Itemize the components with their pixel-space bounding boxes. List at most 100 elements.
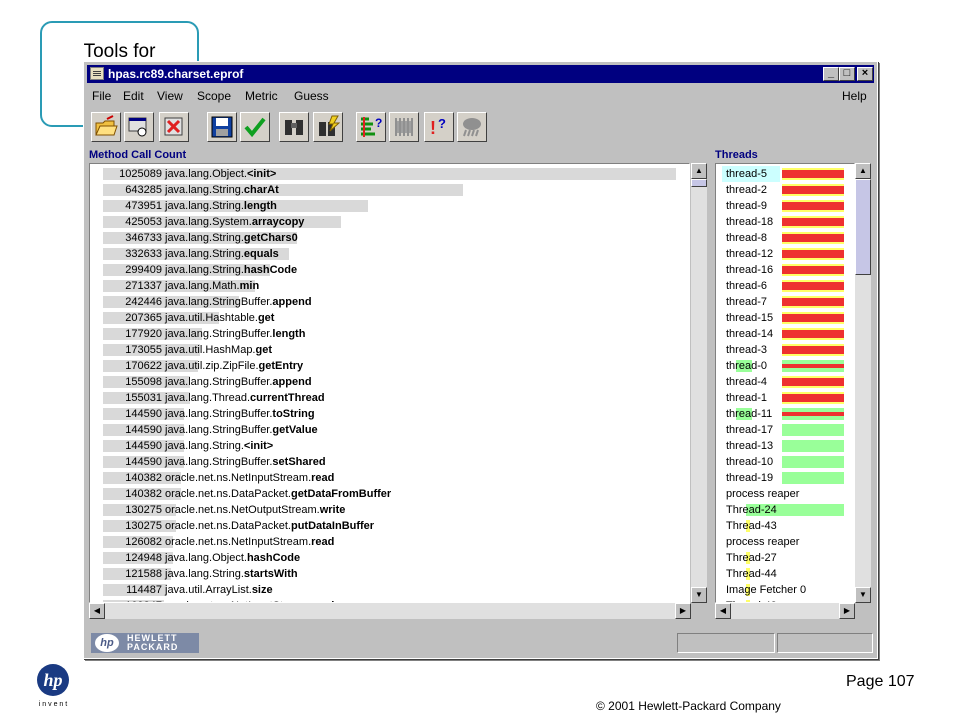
profiler-window: hpas.rc89.charset.eprof _ □ × File Edit … (83, 61, 878, 659)
thread-row[interactable]: thread-8 (716, 230, 844, 246)
method-row[interactable]: 124948 java.lang.Object.hashCode (90, 550, 689, 566)
thread-row[interactable]: thread-13 (716, 438, 844, 454)
thread-row[interactable]: thread-15 (716, 310, 844, 326)
method-vscrollbar[interactable]: ▲ ▼ (691, 163, 707, 603)
check-icon[interactable] (240, 112, 270, 142)
thread-row[interactable]: process reaper (716, 486, 842, 502)
thread-row[interactable]: thread-17 (716, 422, 844, 438)
save-icon[interactable] (207, 112, 237, 142)
find-next-icon[interactable] (313, 112, 343, 142)
method-row[interactable]: 207365 java.util.Hashtable.get (90, 310, 689, 326)
thread-row[interactable]: thread-7 (716, 294, 844, 310)
thread-scroll-left-button[interactable]: ◀ (715, 603, 731, 619)
thread-vscrollbar[interactable]: ▲ ▼ (855, 163, 871, 603)
method-row[interactable]: 144590 java.lang.String.<init> (90, 438, 689, 454)
thread-row[interactable]: thread-1 (716, 390, 844, 406)
method-row[interactable]: 140382 oracle.net.ns.NetInputStream.read (90, 470, 689, 486)
thread-scroll-up-button[interactable]: ▲ (855, 163, 871, 179)
open-folder-icon[interactable] (91, 112, 121, 142)
thread-row[interactable]: process reaper (716, 534, 842, 550)
thread-hscrollbar[interactable]: ◀ ▶ (715, 603, 855, 619)
method-scroll-down-button[interactable]: ▼ (691, 587, 707, 603)
thread-row[interactable]: Thread-24 (716, 502, 844, 518)
method-row[interactable]: 425053 java.lang.System.arraycopy (90, 214, 689, 230)
method-row[interactable]: 242446 java.lang.StringBuffer.append (90, 294, 689, 310)
weather-icon[interactable] (457, 112, 487, 142)
method-row[interactable]: 155098 java.lang.StringBuffer.append (90, 374, 689, 390)
menu-metric[interactable]: Metric (245, 89, 278, 103)
thread-row[interactable]: thread-16 (716, 262, 844, 278)
thread-list[interactable]: thread-5 thread-2 thread-9 thread-18 thread-… (715, 163, 855, 603)
method-scroll-up-button[interactable]: ▲ (691, 163, 707, 179)
method-count: 473951 (125, 200, 162, 212)
method-row[interactable]: 1025089 java.lang.Object.<init> (90, 166, 689, 182)
method-row[interactable]: 140382 oracle.net.ns.DataPacket.getDataFr… (90, 486, 689, 502)
method-row[interactable]: 155031 java.lang.Thread.currentThread (90, 390, 689, 406)
thread-row[interactable]: thread-12 (716, 246, 844, 262)
method-row[interactable]: 271337 java.lang.Math.min (90, 278, 689, 294)
inspect-icon[interactable] (124, 112, 154, 142)
method-hscrollbar[interactable]: ◀ ▶ (89, 603, 691, 619)
minimize-button[interactable]: _ (823, 67, 839, 81)
method-row[interactable]: 173055 java.util.HashMap.get (90, 342, 689, 358)
method-row[interactable]: 121588 java.lang.String.startsWith (90, 566, 689, 582)
menu-scope[interactable]: Scope (197, 89, 231, 103)
thread-scroll-right-button[interactable]: ▶ (839, 603, 855, 619)
method-row[interactable]: 130275 oracle.net.ns.NetOutputStream.writ… (90, 502, 689, 518)
thread-row[interactable]: Thread-44 (716, 566, 842, 582)
method-scroll-thumb[interactable] (691, 179, 707, 187)
method-row[interactable]: 346733 java.lang.String.getChars0 (90, 230, 689, 246)
method-row[interactable]: 177920 java.lang.StringBuffer.length (90, 326, 689, 342)
maximize-button[interactable]: □ (839, 67, 855, 81)
thread-row[interactable]: thread-5 (716, 166, 844, 182)
menu-help[interactable]: Help (842, 89, 867, 103)
method-row[interactable]: 144590 java.lang.StringBuffer.getValue (90, 422, 689, 438)
menu-edit[interactable]: Edit (123, 89, 144, 103)
sort-help-icon[interactable]: ? (356, 112, 386, 142)
method-scroll-left-button[interactable]: ◀ (89, 603, 105, 619)
menu-guess[interactable]: Guess (294, 89, 329, 103)
threads-icon[interactable] (389, 112, 419, 142)
method-class: java.lang.String. (165, 232, 244, 244)
thread-row[interactable]: Image Fetcher 0 (716, 582, 842, 598)
thread-row[interactable]: thread-11 (716, 406, 844, 422)
method-row[interactable]: 332633 java.lang.String.equals (90, 246, 689, 262)
thread-name: thread-16 (726, 264, 774, 276)
close-button[interactable]: × (857, 67, 873, 81)
close-file-icon[interactable] (159, 112, 189, 142)
thread-row[interactable]: thread-10 (716, 454, 844, 470)
menu-file[interactable]: File (92, 89, 111, 103)
thread-row[interactable]: Thread-27 (716, 550, 842, 566)
window-titlebar[interactable]: hpas.rc89.charset.eprof _ □ × (87, 65, 874, 83)
method-row[interactable]: 170622 java.util.zip.ZipFile.getEntry (90, 358, 689, 374)
method-row[interactable]: 126082 oracle.net.ns.NetInputStream.read (90, 534, 689, 550)
method-row[interactable]: 144590 java.lang.StringBuffer.setShared (90, 454, 689, 470)
menu-view[interactable]: View (157, 89, 183, 103)
alert-help-icon[interactable]: !? (424, 112, 454, 142)
thread-row[interactable]: thread-14 (716, 326, 844, 342)
window-app-icon[interactable] (90, 67, 104, 80)
method-row[interactable]: 643285 java.lang.String.charAt (90, 182, 689, 198)
method-row[interactable]: 299409 java.lang.String.hashCode (90, 262, 689, 278)
binoculars-icon[interactable] (279, 112, 309, 142)
thread-row[interactable]: thread-0 (716, 358, 844, 374)
thread-scroll-thumb[interactable] (855, 179, 871, 275)
thread-row[interactable]: thread-18 (716, 214, 844, 230)
method-list[interactable]: 1025089 java.lang.Object.<init> 643285 java… (89, 163, 690, 603)
method-row[interactable]: 144590 java.lang.StringBuffer.toString (90, 406, 689, 422)
hp-logo-text: hp (43, 670, 62, 690)
thread-row[interactable]: thread-2 (716, 182, 844, 198)
thread-row[interactable]: thread-6 (716, 278, 844, 294)
thread-row[interactable]: thread-9 (716, 198, 844, 214)
method-call-count-label: Method Call Count (89, 149, 187, 161)
method-count: 144590 (125, 408, 162, 420)
thread-row[interactable]: thread-4 (716, 374, 844, 390)
thread-row[interactable]: Thread-43 (716, 518, 842, 534)
method-row[interactable]: 130275 oracle.net.ns.DataPacket.putDataIn… (90, 518, 689, 534)
thread-row[interactable]: thread-3 (716, 342, 844, 358)
thread-scroll-down-button[interactable]: ▼ (855, 587, 871, 603)
thread-row[interactable]: thread-19 (716, 470, 844, 486)
method-row[interactable]: 473951 java.lang.String.length (90, 198, 689, 214)
method-scroll-right-button[interactable]: ▶ (675, 603, 691, 619)
method-row[interactable]: 114487 java.util.ArrayList.size (90, 582, 689, 598)
